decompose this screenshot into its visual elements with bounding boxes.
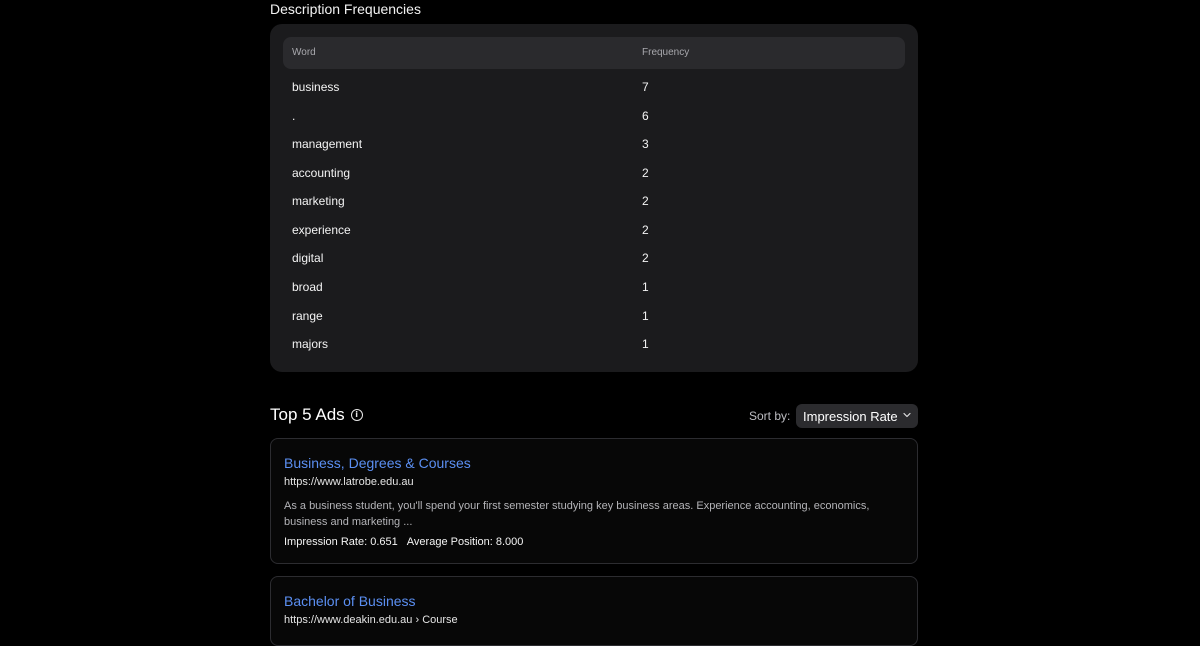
- ad-description: As a business student, you'll spend your…: [284, 500, 870, 528]
- info-icon[interactable]: i: [350, 409, 363, 421]
- table-row: accounting 2: [283, 159, 905, 187]
- word-cell: digital: [292, 251, 324, 265]
- ad-stats: Impression Rate: 0.651 Average Position:…: [284, 536, 523, 548]
- ad-url: https://www.latrobe.edu.au: [284, 476, 414, 488]
- frequency-cell: 3: [642, 137, 649, 151]
- impression-rate: Impression Rate: 0.651: [284, 536, 398, 548]
- ad-url: https://www.deakin.edu.au › Course: [284, 614, 458, 626]
- table-row: range 1: [283, 302, 905, 330]
- ad-card: Bachelor of Business https://www.deakin.…: [270, 576, 918, 646]
- table-row: marketing 2: [283, 187, 905, 215]
- sort-select[interactable]: Impression Rate: [796, 404, 918, 428]
- column-header-word: Word: [292, 47, 316, 58]
- average-position: Average Position: 8.000: [406, 536, 524, 548]
- table-header: Word Frequency: [283, 37, 905, 69]
- table-row: business 7: [283, 73, 905, 101]
- table-row: digital 2: [283, 244, 905, 272]
- table-row: . 6: [283, 102, 905, 130]
- table-row: management 3: [283, 130, 905, 158]
- word-cell: management: [292, 137, 363, 151]
- frequency-cell: 2: [642, 166, 649, 180]
- ad-title-link[interactable]: Business, Degrees & Courses: [284, 455, 471, 471]
- word-cell: accounting: [292, 166, 351, 180]
- frequency-cell: 2: [642, 251, 649, 265]
- sort-select-value: Impression Rate: [803, 408, 898, 424]
- ad-title-link[interactable]: Bachelor of Business: [284, 593, 416, 609]
- table-row: broad 1: [283, 273, 905, 301]
- sort-label: Sort by:: [749, 409, 791, 423]
- frequency-cell: 1: [642, 337, 649, 351]
- frequency-cell: 2: [642, 194, 649, 208]
- word-cell: broad: [292, 280, 323, 294]
- column-header-frequency: Frequency: [642, 47, 690, 58]
- frequency-cell: 7: [642, 80, 649, 94]
- chevron-down-icon: [903, 412, 911, 418]
- frequency-cell: 1: [642, 309, 649, 323]
- word-cell: experience: [292, 223, 351, 237]
- ads-section-title: Top 5 Ads i: [270, 405, 363, 425]
- ad-card: Business, Degrees & Courses https://www.…: [270, 438, 918, 564]
- ads-title-text: Top 5 Ads: [270, 405, 345, 424]
- frequency-cell: 6: [642, 109, 649, 123]
- frequencies-table: Word Frequency business 7 . 6 management…: [270, 24, 918, 372]
- word-cell: range: [292, 309, 323, 323]
- word-cell: .: [292, 109, 296, 123]
- word-cell: marketing: [292, 194, 345, 208]
- frequencies-title: Description Frequencies: [270, 1, 421, 17]
- table-row: majors 1: [283, 330, 905, 358]
- frequency-cell: 1: [642, 280, 649, 294]
- word-cell: majors: [292, 337, 329, 351]
- word-cell: business: [292, 80, 340, 94]
- frequency-cell: 2: [642, 223, 649, 237]
- table-row: experience 2: [283, 216, 905, 244]
